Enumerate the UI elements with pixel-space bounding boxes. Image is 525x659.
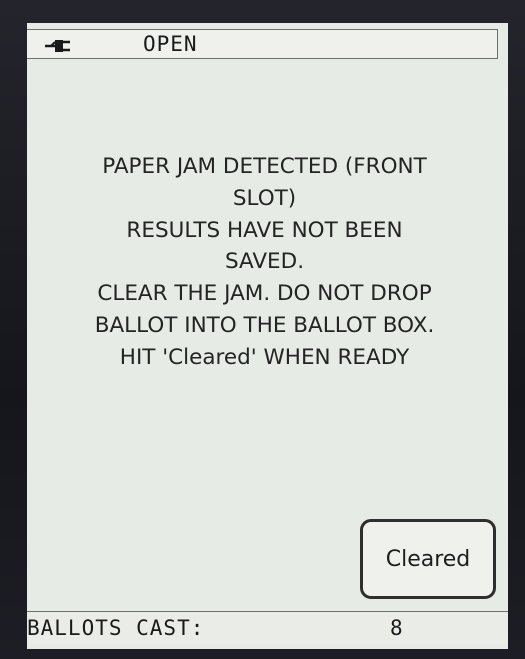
ballot-counter-bar: BALLOTS CAST: 8 xyxy=(27,611,508,644)
ballots-cast-label: BALLOTS CAST: xyxy=(27,616,205,640)
message-line: BALLOT INTO THE BALLOT BOX. xyxy=(94,312,435,338)
message-line: CLEAR THE JAM. DO NOT DROP xyxy=(97,281,432,307)
ballots-cast-count: 8 xyxy=(390,616,403,640)
status-bar: OPEN xyxy=(27,29,498,59)
error-message: PAPER JAM DETECTED (FRONT SLOT) RESULTS … xyxy=(27,151,502,374)
plug-icon xyxy=(45,40,70,52)
lcd-screen: OPEN PAPER JAM DETECTED (FRONT SLOT) RES… xyxy=(27,23,508,649)
message-line: SAVED. xyxy=(224,249,305,275)
message-line: HIT 'Cleared' WHEN READY xyxy=(119,344,410,370)
message-line: RESULTS HAVE NOT BEEN xyxy=(126,217,403,243)
message-line: SLOT) xyxy=(232,185,297,211)
cleared-button[interactable]: Cleared xyxy=(360,519,496,599)
message-line: PAPER JAM DETECTED (FRONT xyxy=(102,154,427,179)
voting-machine-bezel: OPEN PAPER JAM DETECTED (FRONT SLOT) RES… xyxy=(0,0,525,659)
machine-status: OPEN xyxy=(143,32,198,56)
